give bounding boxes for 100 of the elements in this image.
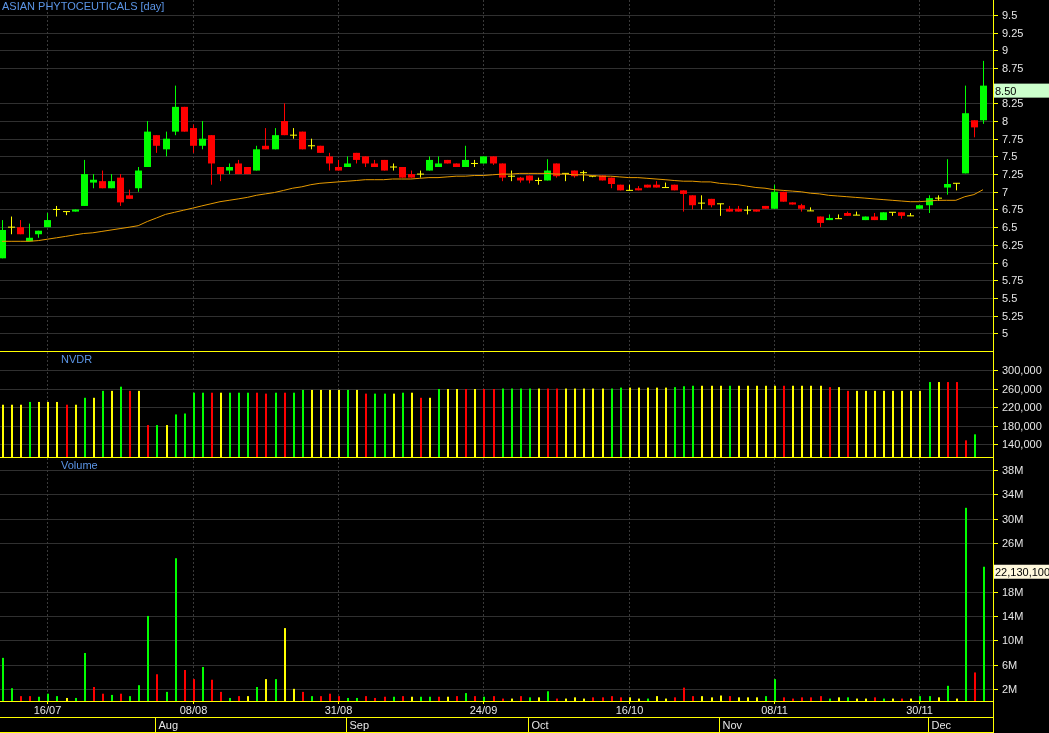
- candlestick: [244, 167, 251, 175]
- axis-label: 8: [1002, 115, 1009, 127]
- candlestick: [708, 198, 715, 208]
- axis-label: 5.25: [1002, 309, 1024, 322]
- axis-label: 8.25: [1002, 97, 1024, 110]
- axis-label: 6.25: [1002, 238, 1024, 251]
- axis-label: 300,000: [1002, 364, 1042, 377]
- candlestick: [190, 124, 197, 153]
- candlestick: [735, 205, 742, 212]
- candlestick: [226, 163, 233, 175]
- candlestick: [826, 214, 833, 221]
- axis-label: 9: [1002, 44, 1009, 57]
- candlestick: [562, 172, 569, 182]
- axis-label: 5.75: [1002, 274, 1024, 287]
- candlestick: [980, 60, 987, 124]
- candlestick: [599, 175, 606, 181]
- candlestick: [689, 195, 696, 210]
- candlestick: [208, 135, 215, 185]
- candlestick: [462, 145, 469, 167]
- candlestick: [753, 209, 760, 212]
- candlestick: [717, 203, 724, 216]
- date-label: 24/09: [469, 704, 498, 716]
- candlestick: [72, 209, 79, 212]
- axis-label: 26M: [1002, 537, 1024, 550]
- date-label: 08/11: [761, 704, 788, 716]
- candlestick: [335, 159, 342, 171]
- candlestick: [399, 167, 406, 178]
- axis-label: 2M: [1002, 682, 1018, 695]
- candlestick: [898, 212, 905, 219]
- candlestick: [408, 170, 415, 178]
- candlestick: [653, 181, 660, 188]
- axis-label: 7.25: [1002, 168, 1024, 181]
- axis-label: 260,000: [1002, 382, 1042, 395]
- candlestick: [163, 131, 170, 157]
- candlestick: [153, 135, 160, 153]
- candlestick: [726, 205, 733, 212]
- candlestick: [181, 106, 188, 132]
- candlestick: [126, 189, 133, 199]
- candlestick: [889, 211, 896, 216]
- candlestick: [262, 128, 269, 150]
- candlestick: [780, 191, 787, 202]
- candlestick: [26, 223, 33, 242]
- axis-label: 6: [1002, 256, 1009, 269]
- candlestick: [253, 145, 260, 171]
- candlestick: [299, 131, 306, 150]
- axis-label: 34M: [1002, 488, 1024, 501]
- axis-label: 14M: [1002, 609, 1024, 622]
- candlestick: [608, 177, 615, 189]
- candlestick: [571, 170, 578, 178]
- candlestick: [662, 182, 669, 189]
- date-label: 30/11: [906, 704, 933, 716]
- chart-title: Volume: [61, 459, 98, 471]
- axis-label: 30M: [1002, 512, 1024, 525]
- month-label: Dec: [931, 719, 952, 731]
- candlestick: [771, 184, 778, 209]
- candlestick: [853, 211, 860, 216]
- candlestick: [544, 159, 551, 181]
- candlestick: [907, 213, 914, 217]
- candlestick: [371, 159, 378, 167]
- axis-label: 7: [1002, 185, 1009, 198]
- candlestick: [807, 207, 814, 212]
- candlestick: [453, 163, 460, 167]
- candlestick: [817, 216, 824, 228]
- candlestick: [99, 170, 106, 189]
- candlestick: [589, 175, 596, 178]
- candlestick: [617, 184, 624, 191]
- candlestick: [0, 220, 6, 259]
- axis-label: 6M: [1002, 658, 1018, 671]
- candlestick: [144, 121, 151, 167]
- last-value-label: 22,130,100: [994, 564, 1049, 579]
- axis-label: 6.75: [1002, 203, 1024, 216]
- candlestick: [971, 120, 978, 138]
- candlestick: [798, 203, 805, 212]
- candlestick: [553, 163, 560, 178]
- candlestick: [944, 159, 951, 195]
- candlestick: [480, 156, 487, 164]
- candlestick: [135, 167, 142, 192]
- axis-label: 7.75: [1002, 132, 1024, 145]
- candlestick: [762, 205, 769, 209]
- candlestick: [308, 138, 315, 150]
- candlestick: [744, 205, 751, 215]
- month-label: Oct: [531, 719, 549, 731]
- candlestick: [698, 195, 705, 210]
- candlestick: [444, 159, 451, 164]
- candlestick: [81, 159, 88, 206]
- candlestick: [644, 184, 651, 188]
- axis-label: 140,000: [1002, 438, 1042, 451]
- candlestick: [517, 176, 524, 183]
- axis-label: 8.75: [1002, 61, 1024, 74]
- axis-label: 7.5: [1002, 150, 1018, 163]
- date-label: 31/08: [324, 704, 353, 716]
- candlestick: [671, 184, 678, 191]
- axis-label: 220,000: [1002, 401, 1042, 414]
- candlestick: [281, 103, 288, 136]
- candlestick: [172, 85, 179, 136]
- axis-label: 9.25: [1002, 26, 1024, 39]
- axis-label: 180,000: [1002, 419, 1042, 432]
- axis-label: 5.5: [1002, 291, 1018, 304]
- candlestick: [471, 159, 478, 167]
- candlestick: [290, 128, 297, 139]
